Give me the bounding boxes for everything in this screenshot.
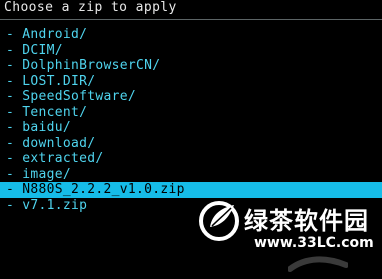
list-item-speedsoftware[interactable]: - SpeedSoftware/ xyxy=(0,89,382,105)
site-watermark: 绿茶软件园 www.33LC.com xyxy=(188,193,378,273)
watermark-brand-text: 绿茶软件园 xyxy=(244,207,369,235)
watermark-swoosh-icon xyxy=(288,256,348,272)
list-item-lost-dir[interactable]: - LOST.DIR/ xyxy=(0,74,382,90)
zip-file-list: - Android/ - DCIM/ - DolphinBrowserCN/ -… xyxy=(0,27,382,213)
list-item-download[interactable]: - download/ xyxy=(0,136,382,152)
list-item-image[interactable]: - image/ xyxy=(0,167,382,183)
watermark-url-text: www.33LC.com xyxy=(254,235,374,251)
header-divider xyxy=(0,19,382,20)
list-item-baidu[interactable]: - baidu/ xyxy=(0,120,382,136)
recovery-screen: Choose a zip to apply - Android/ - DCIM/… xyxy=(0,0,382,279)
list-item-android[interactable]: - Android/ xyxy=(0,27,382,43)
list-item-tencent[interactable]: - Tencent/ xyxy=(0,105,382,121)
page-title: Choose a zip to apply xyxy=(4,0,177,15)
list-item-extracted[interactable]: - extracted/ xyxy=(0,151,382,167)
green-tea-leaf-logo-icon xyxy=(199,201,239,241)
list-item-dcim[interactable]: - DCIM/ xyxy=(0,43,382,59)
list-item-dolphinbrowsercn[interactable]: - DolphinBrowserCN/ xyxy=(0,58,382,74)
